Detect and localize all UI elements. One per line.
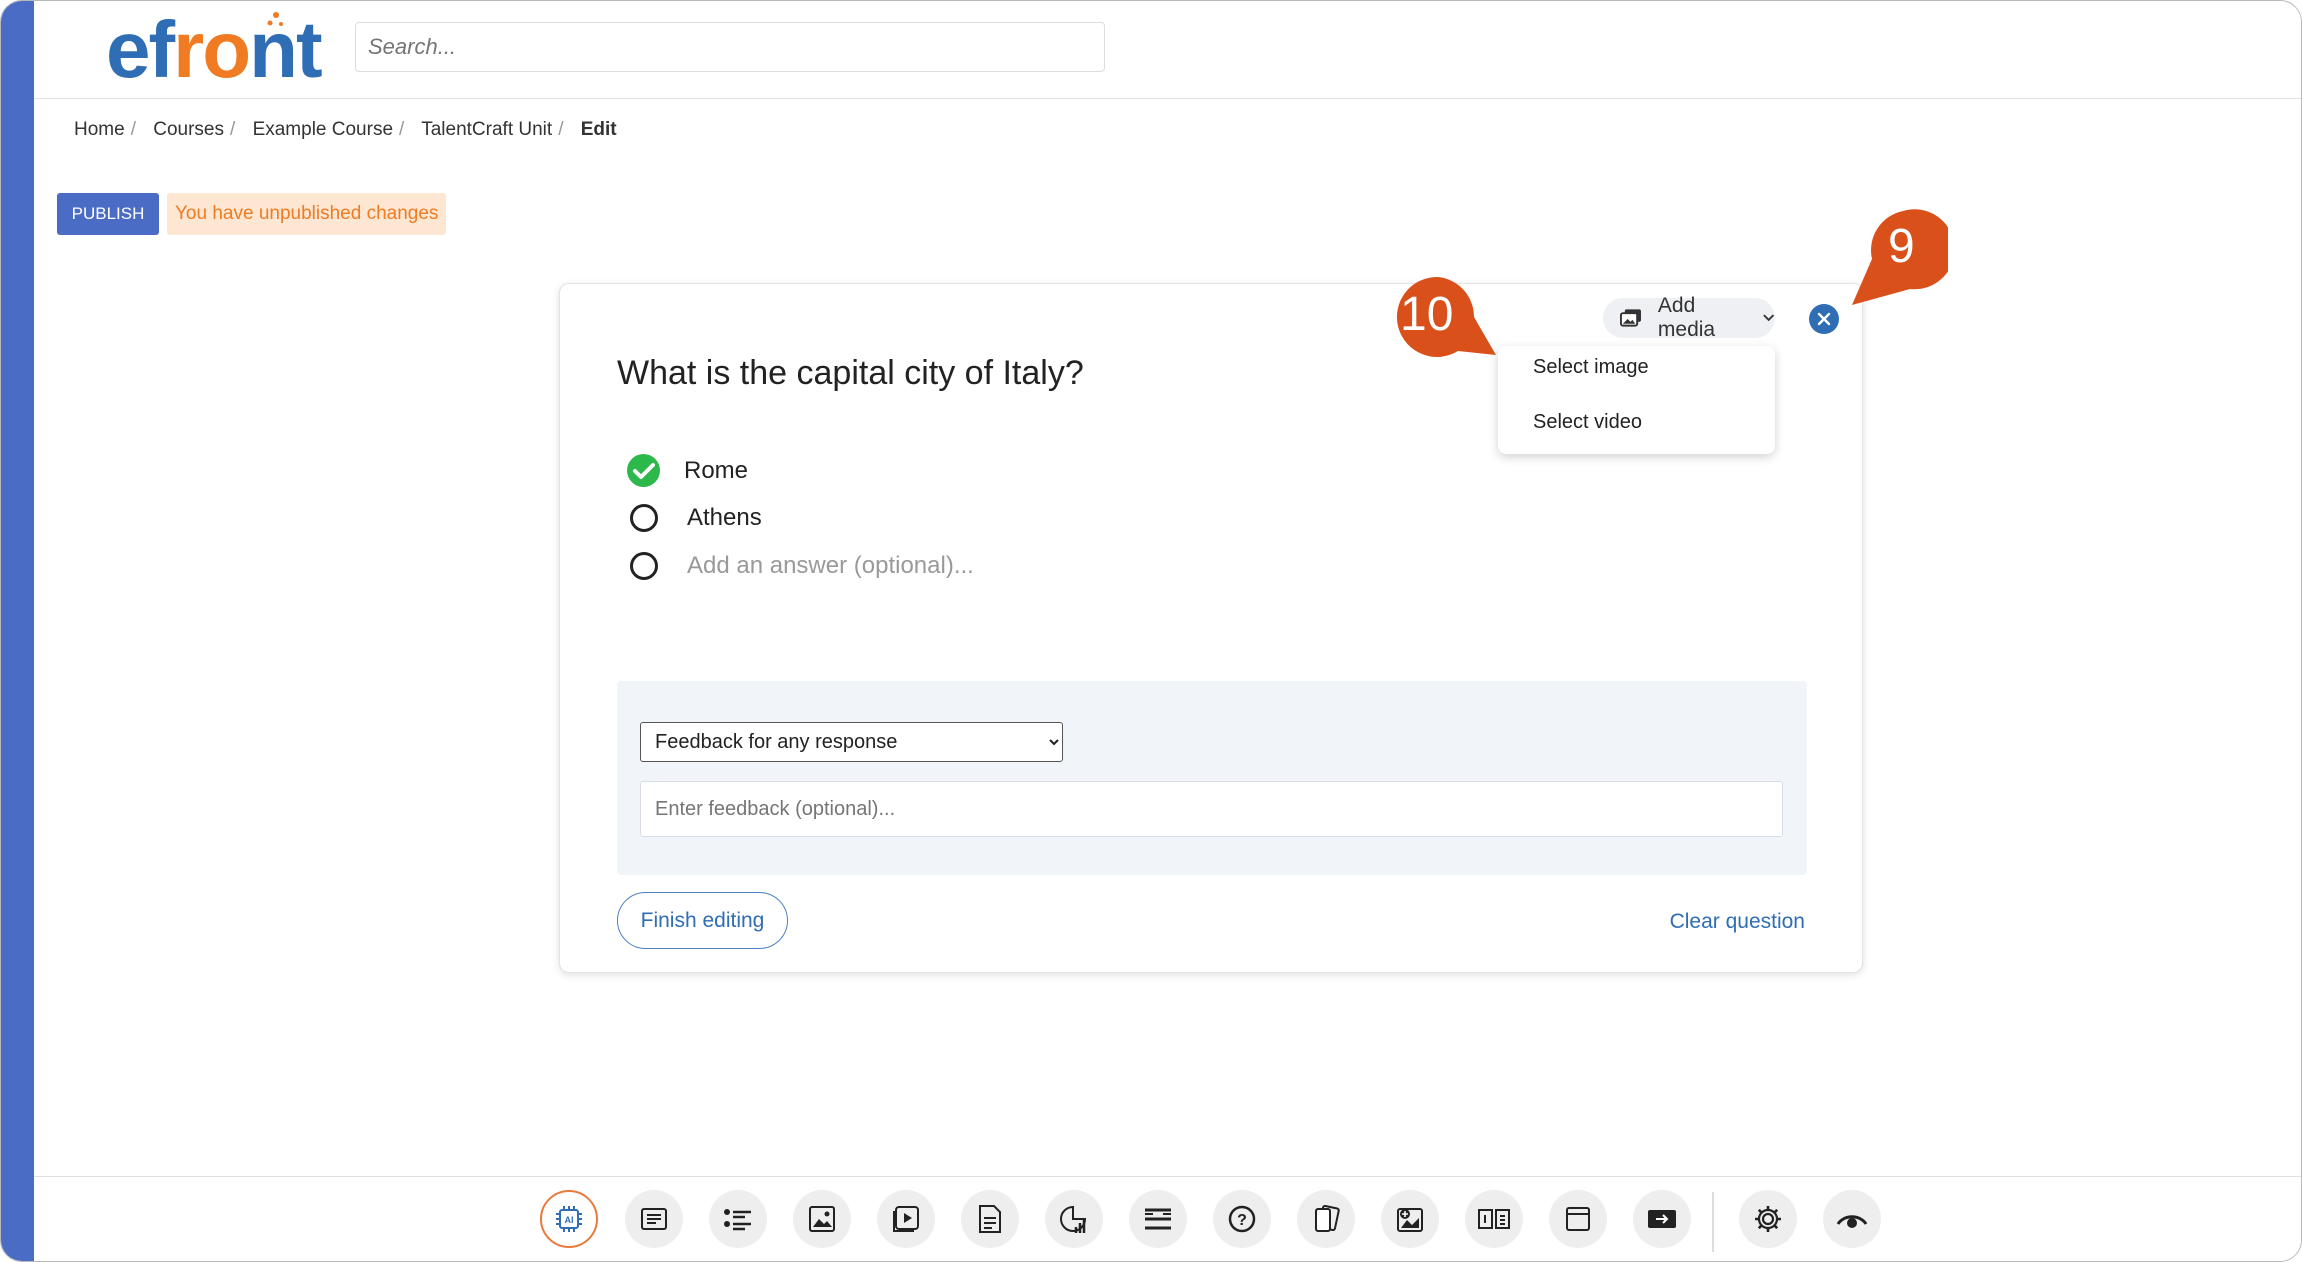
list-icon[interactable] — [709, 1190, 767, 1248]
question-text[interactable]: What is the capital city of Italy? — [617, 354, 1084, 393]
chart-icon[interactable] — [1045, 1190, 1103, 1248]
answer-row[interactable]: Athens — [630, 504, 762, 532]
answer-row[interactable]: Rome — [627, 454, 748, 487]
image-plus-icon[interactable] — [1381, 1190, 1439, 1248]
select-image-item[interactable]: Select image — [1533, 356, 1649, 379]
feedback-input[interactable] — [640, 781, 1783, 837]
top-header: efront — [34, 1, 2301, 99]
slide-icon[interactable] — [1633, 1190, 1691, 1248]
question-card: What is the capital city of Italy? Rome … — [559, 283, 1863, 973]
chevron-down-icon — [1762, 314, 1774, 322]
breadcrumb-courses[interactable]: Courses — [153, 119, 224, 140]
bottom-toolbar: AI ? — [34, 1176, 2301, 1261]
cards-icon[interactable] — [1297, 1190, 1355, 1248]
feedback-type-select[interactable]: Feedback for any response — [640, 722, 1063, 762]
document-icon[interactable] — [961, 1190, 1019, 1248]
answer-label[interactable]: Athens — [687, 504, 762, 532]
breadcrumb-example-course[interactable]: Example Course — [253, 119, 393, 140]
breadcrumb-home[interactable]: Home — [74, 119, 125, 140]
window-icon[interactable] — [1549, 1190, 1607, 1248]
preview-icon[interactable] — [1823, 1190, 1881, 1248]
add-media-button[interactable]: Add media — [1603, 294, 1775, 341]
add-answer-placeholder[interactable]: Add an answer (optional)... — [687, 552, 974, 580]
close-media-button[interactable] — [1809, 304, 1839, 334]
close-icon — [1817, 312, 1831, 326]
media-gallery-icon — [1620, 309, 1641, 327]
unpublished-status-badge: You have unpublished changes — [167, 193, 447, 235]
add-answer-row[interactable]: Add an answer (optional)... — [630, 552, 974, 580]
image-icon[interactable] — [793, 1190, 851, 1248]
select-video-item[interactable]: Select video — [1533, 411, 1642, 434]
radio-icon[interactable] — [630, 552, 658, 580]
ai-icon[interactable]: AI — [540, 1190, 598, 1248]
callout-marker-10: 10 — [1388, 273, 1500, 368]
callout-marker-9: 9 — [1848, 209, 1955, 314]
breadcrumb-current: Edit — [580, 119, 617, 140]
answer-label[interactable]: Rome — [684, 457, 748, 485]
add-media-dropdown: Select image Select video — [1498, 346, 1775, 454]
add-media-label: Add media — [1657, 294, 1716, 341]
efront-logo[interactable]: efront — [106, 5, 323, 95]
breadcrumb: Home / Courses / Example Course / TalentCra… — [74, 119, 617, 140]
callout-number: 9 — [1888, 220, 1915, 273]
side-accent-bar — [1, 1, 34, 1261]
callout-number: 10 — [1400, 288, 1454, 341]
radio-icon[interactable] — [630, 504, 658, 532]
text-icon[interactable] — [625, 1190, 683, 1248]
layout-icon[interactable] — [1465, 1190, 1523, 1248]
lines-icon[interactable] — [1129, 1190, 1187, 1248]
breadcrumb-unit[interactable]: TalentCraft Unit — [421, 119, 552, 140]
clear-question-link[interactable]: Clear question — [1670, 910, 1805, 934]
toolbar-divider — [1712, 1192, 1714, 1252]
publish-button[interactable]: PUBLISH — [57, 193, 159, 235]
feedback-panel: Feedback for any response — [617, 681, 1807, 875]
svg-text:AI: AI — [565, 1215, 574, 1225]
logo-dots-icon — [267, 12, 283, 26]
app-window: efront Home/ Courses/ Example Course/ Ta… — [0, 0, 2302, 1262]
settings-icon[interactable] — [1739, 1190, 1797, 1248]
video-icon[interactable] — [877, 1190, 935, 1248]
correct-check-icon[interactable] — [627, 454, 660, 487]
svg-text:?: ? — [1237, 1212, 1247, 1229]
finish-editing-button[interactable]: Finish editing — [617, 892, 788, 949]
search-input[interactable] — [355, 22, 1105, 72]
question-icon[interactable]: ? — [1213, 1190, 1271, 1248]
